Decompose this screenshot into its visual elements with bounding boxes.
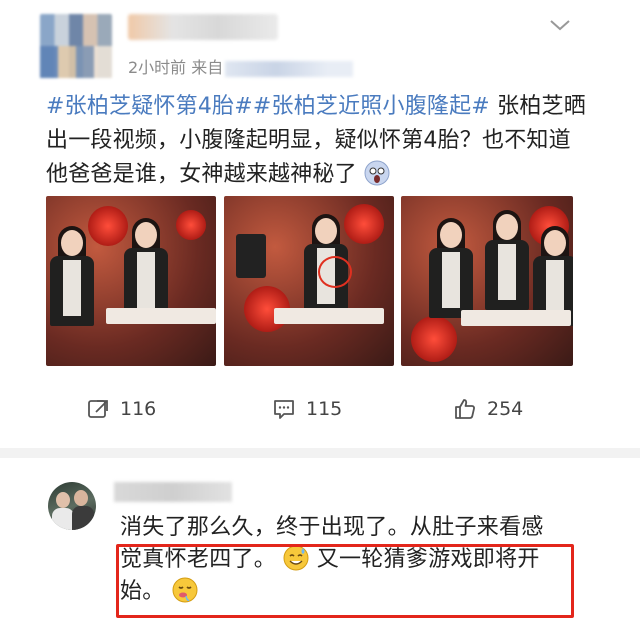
highlight-box bbox=[116, 544, 574, 618]
chevron-down-icon[interactable] bbox=[548, 16, 572, 34]
post-photo-1[interactable] bbox=[46, 196, 216, 366]
like-button[interactable]: 254 bbox=[453, 396, 523, 422]
commenter-name[interactable] bbox=[114, 482, 232, 502]
repost-icon bbox=[88, 400, 108, 418]
hashtag-link[interactable]: #张柏芝疑怀第4胎# bbox=[46, 94, 253, 119]
post-photo-3[interactable] bbox=[401, 196, 573, 366]
post-text: #张柏芝疑怀第4胎##张柏芝近照小腹隆起# 张柏芝晒出一段视频，小腹隆起明显，疑… bbox=[46, 90, 586, 192]
commenter-avatar[interactable] bbox=[48, 482, 96, 530]
like-count: 254 bbox=[487, 398, 524, 420]
repost-count: 116 bbox=[120, 398, 157, 420]
comment-button[interactable]: 115 bbox=[272, 396, 342, 422]
hashtag-link[interactable]: #张柏芝近照小腹隆起# bbox=[253, 94, 490, 119]
post-source-label: 来自 bbox=[191, 58, 224, 77]
comment-line: 消失了那么久，终于出现了。从肚子来看感 bbox=[120, 515, 544, 540]
author-avatar[interactable] bbox=[40, 14, 112, 78]
author-name[interactable] bbox=[128, 14, 278, 40]
scream-face-icon bbox=[364, 160, 390, 186]
post-photo-2[interactable] bbox=[224, 196, 394, 366]
post-source[interactable] bbox=[225, 60, 354, 77]
post-time: 2小时前 bbox=[128, 58, 187, 77]
section-divider bbox=[0, 448, 640, 458]
comment-count: 115 bbox=[306, 398, 343, 420]
comment-icon bbox=[274, 400, 294, 419]
thumbs-up-icon bbox=[455, 399, 475, 419]
post-meta: 2小时前 来自 bbox=[128, 54, 354, 78]
repost-button[interactable]: 116 bbox=[86, 396, 156, 422]
